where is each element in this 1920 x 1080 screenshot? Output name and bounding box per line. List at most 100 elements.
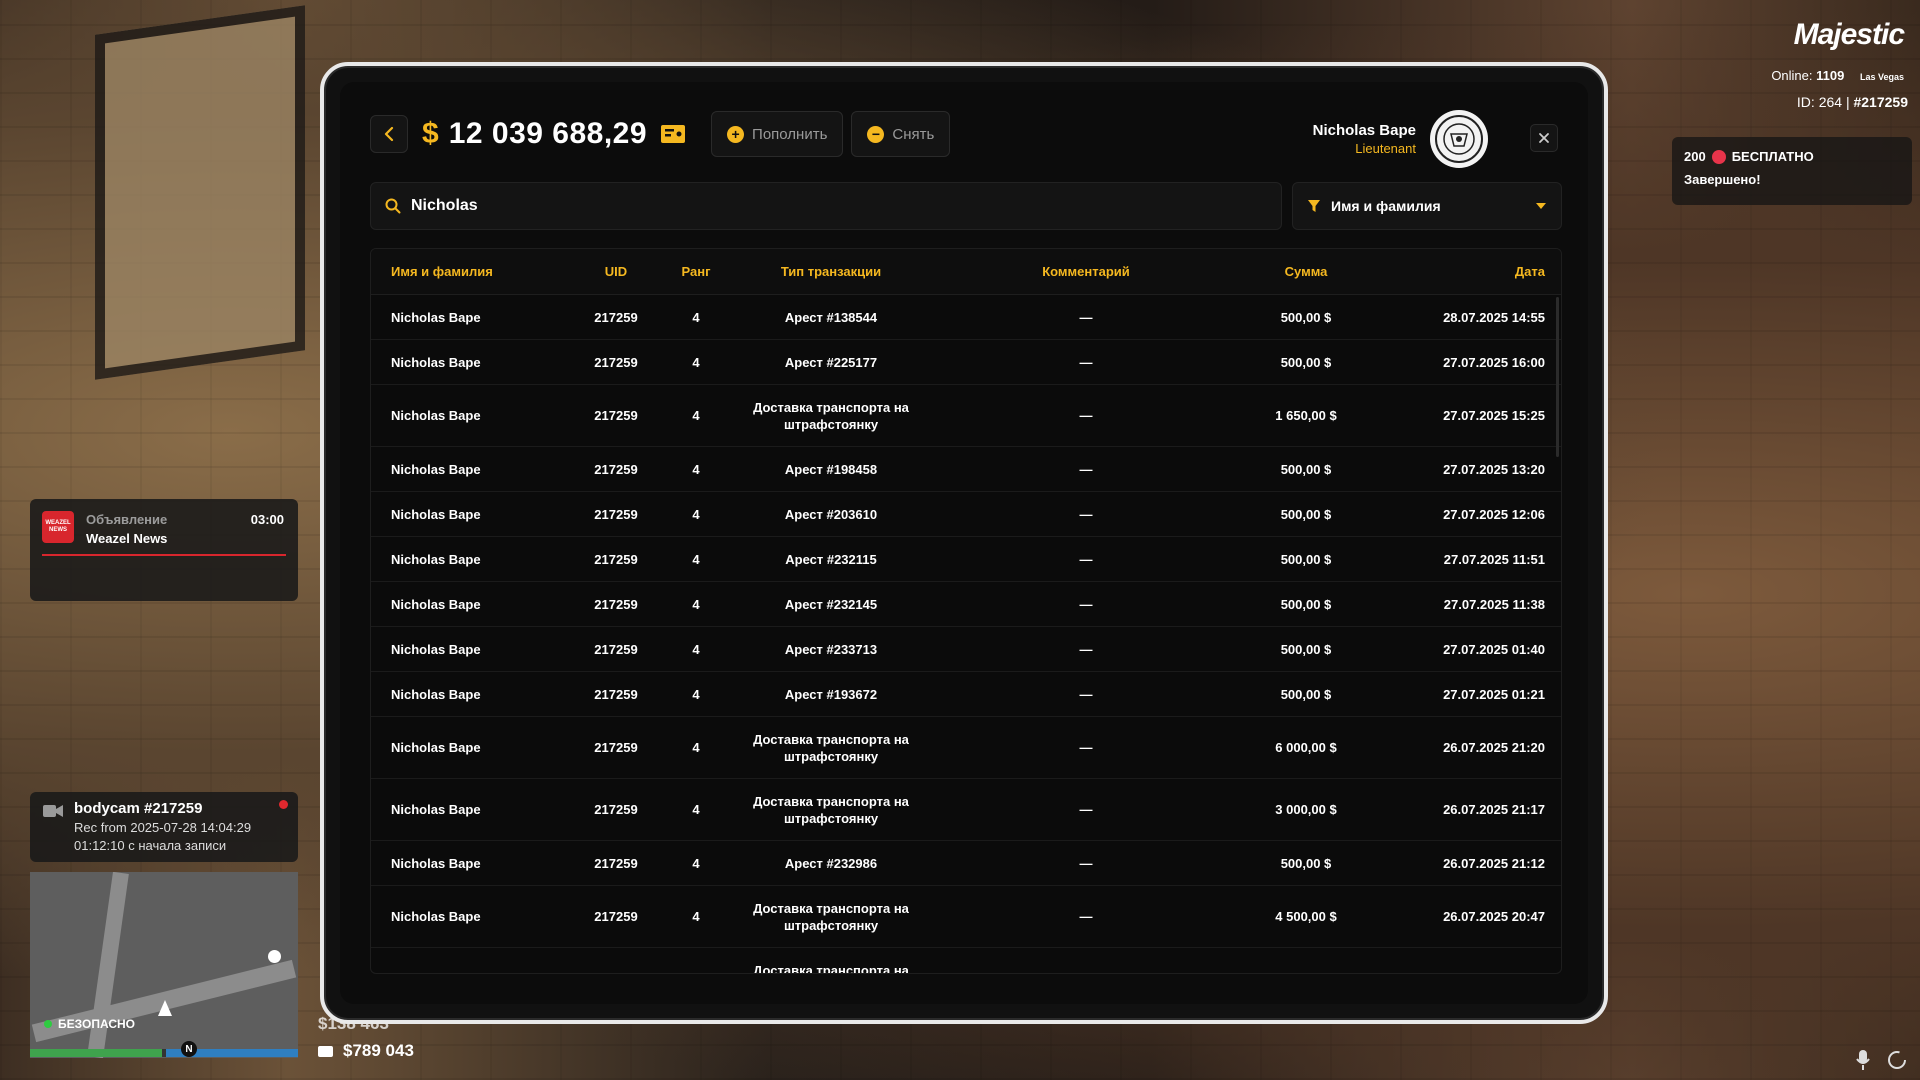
column-name[interactable]: Имя и фамилия [371, 264, 571, 279]
column-date[interactable]: Дата [1371, 264, 1561, 279]
news-time: 03:00 [250, 512, 284, 527]
cell-comment: — [1079, 354, 1093, 370]
search-bar[interactable] [370, 182, 1282, 230]
column-sum[interactable]: Сумма [1241, 264, 1371, 279]
bodycam-rec-time: Rec from 2025-07-28 14:04:29 [74, 820, 252, 835]
search-icon [385, 198, 401, 214]
search-input[interactable] [411, 197, 1261, 215]
cell-type: Доставка транспорта на штрафстоянку [753, 399, 909, 432]
table-row[interactable]: Nicholas Bape 217259 4 Арест #232115 — 500,00… [371, 537, 1561, 582]
minus-icon: − [867, 125, 885, 143]
cell-uid: 217259 [594, 641, 638, 657]
cell-name: Nicholas Bape [391, 641, 481, 657]
table-row[interactable]: Nicholas Bape 217259 4 Арест #232986 — 500,00… [371, 841, 1561, 886]
cell-rank: 4 [692, 740, 700, 755]
column-type[interactable]: Тип транзакции [731, 263, 931, 280]
cell-rank: 4 [692, 855, 700, 871]
column-rank[interactable]: Ранг [661, 264, 731, 279]
table-scrollbar[interactable] [1556, 297, 1559, 457]
cell-uid: 217259 [594, 740, 638, 755]
close-button[interactable] [1530, 124, 1558, 152]
transactions-table: Имя и фамилия UID Ранг Тип транзакции Ко… [370, 248, 1562, 974]
cell-type: Доставка транспорта на штрафстоянку [753, 793, 909, 826]
promo-amount: 200 [1684, 149, 1706, 164]
back-button[interactable] [370, 115, 408, 153]
table-row[interactable]: Nicholas Bape 217259 4 Арест #198458 — 500,00… [371, 447, 1561, 492]
player-arrow-icon [158, 1000, 172, 1016]
cell-name: Nicholas Bape [391, 909, 481, 924]
cell-name: Nicholas Bape [391, 506, 481, 522]
online-indicator: Online: 1109 Las Vegas [1771, 68, 1904, 83]
cell-date: 27.07.2025 11:38 [1443, 596, 1545, 612]
cell-comment: — [1079, 461, 1093, 477]
filter-icon [1308, 200, 1320, 212]
camera-icon [43, 804, 63, 823]
cell-uid: 217259 [594, 309, 638, 325]
cell-uid: 217259 [594, 551, 638, 567]
cell-rank: 4 [692, 909, 700, 924]
cell-type: Арест #138544 [784, 309, 878, 325]
cell-sum: 500,00 $ [1280, 506, 1332, 522]
cell-type: Арест #232115 [785, 551, 877, 567]
player-id: #217259 [1853, 94, 1908, 110]
cell-type: Доставка транспорта на [753, 962, 909, 974]
table-body: Nicholas Bape 217259 4 Арест #138544 — 500,00… [371, 295, 1561, 974]
status-bars [30, 1049, 298, 1057]
cell-name: Nicholas Bape [391, 596, 481, 612]
cell-type: Арест #225177 [784, 354, 878, 370]
table-row[interactable]: Nicholas Bape 217259 4 Арест #233713 — 500,00… [371, 627, 1561, 672]
cell-comment: — [1079, 855, 1093, 871]
table-row[interactable]: Nicholas Bape 217259 4 Арест #203610 — 500,00… [371, 492, 1561, 537]
table-row[interactable]: Nicholas Bape 217259 4 Доставка транспорта … [371, 886, 1561, 948]
cell-rank: 4 [692, 641, 700, 657]
promo-status: Завершено! [1684, 172, 1761, 187]
cell-comment: — [1079, 641, 1093, 657]
cell-uid: 217259 [594, 408, 638, 423]
map-marker-icon [268, 950, 281, 963]
cell-date: 26.07.2025 21:17 [1443, 802, 1545, 817]
deposit-button[interactable]: + Пополнить [711, 111, 844, 157]
tablet-topbar: $ 12 039 688,29 + Пополнить − Снять Nich… [370, 110, 1558, 168]
safe-zone-indicator: БЕЗОПАСНО [44, 1017, 135, 1031]
bodycam-panel: bodycam #217259 Rec from 2025-07-28 14:0… [30, 792, 298, 862]
table-row[interactable]: Nicholas Bape 217259 4 Доставка транспорта … [371, 779, 1561, 841]
news-progress-bar [42, 554, 286, 556]
refresh-icon[interactable] [1886, 1049, 1908, 1076]
filter-dropdown[interactable]: Имя и фамилия [1292, 182, 1562, 230]
table-row[interactable]: Nicholas Bape 217259 4 Арест #138544 — 500,00… [371, 295, 1561, 340]
withdraw-label: Снять [892, 125, 935, 143]
close-icon [1539, 133, 1549, 143]
player-id-line: ID: 264 | #217259 [1797, 94, 1908, 110]
tablet-frame: $ 12 039 688,29 + Пополнить − Снять Nich… [320, 62, 1608, 1024]
column-comment[interactable]: Комментарий [931, 264, 1241, 279]
table-row[interactable]: Nicholas Bape 217259 4 Арест #232145 — 500,00… [371, 582, 1561, 627]
cell-rank: 4 [692, 802, 700, 817]
cell-name: Nicholas Bape [391, 354, 481, 370]
cell-date: 27.07.2025 13:20 [1443, 461, 1545, 477]
table-row[interactable]: Nicholas Bape 217259 4 Доставка транспорта … [371, 717, 1561, 779]
table-row[interactable]: Nicholas Bape 217259 4 Арест #225177 — 500,00… [371, 340, 1561, 385]
cell-uid: 217259 [594, 686, 638, 702]
id-label: ID: 264 | [1796, 94, 1850, 110]
cell-type: Арест #232145 [784, 596, 878, 612]
cell-comment: — [1079, 408, 1093, 423]
cell-date: 26.07.2025 21:20 [1443, 740, 1545, 755]
table-row[interactable]: Nicholas Bape 217259 4 Арест #193672 — 500,00… [371, 672, 1561, 717]
microphone-icon[interactable] [1856, 1050, 1870, 1075]
recording-dot-icon [279, 800, 288, 809]
table-row[interactable]: Доставка транспорта на [371, 948, 1561, 974]
filter-label: Имя и фамилия [1331, 198, 1441, 214]
cell-uid: 217259 [594, 354, 638, 370]
cell-date: 28.07.2025 14:55 [1443, 309, 1545, 325]
cell-date: 27.07.2025 11:51 [1443, 551, 1545, 567]
cell-sum: 4 500,00 $ [1275, 909, 1337, 924]
city-label: Las Vegas [1859, 72, 1904, 82]
cell-sum: 500,00 $ [1280, 354, 1332, 370]
cell-uid: 217259 [594, 596, 638, 612]
table-row[interactable]: Nicholas Bape 217259 4 Доставка транспорта … [371, 385, 1561, 447]
column-uid[interactable]: UID [571, 264, 661, 279]
online-label: Online: [1771, 68, 1813, 83]
department-seal-icon [1430, 110, 1488, 168]
cell-sum: 500,00 $ [1280, 686, 1332, 702]
withdraw-button[interactable]: − Снять [851, 111, 951, 157]
